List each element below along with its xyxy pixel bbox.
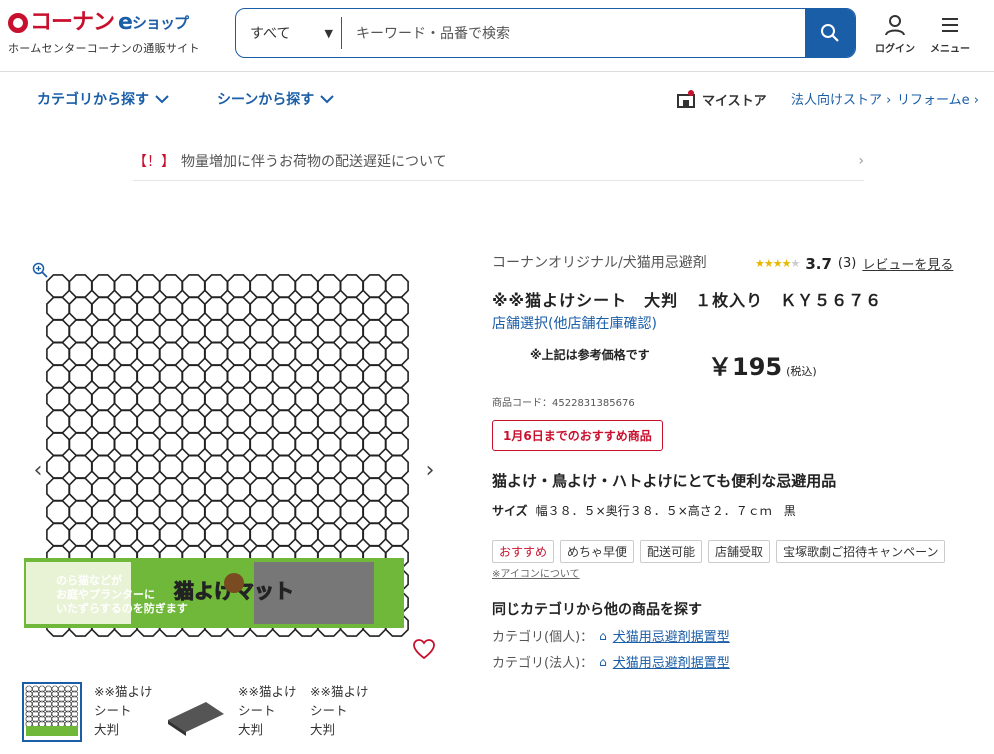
chevron-down-icon (320, 95, 335, 104)
category-corporate-label: カテゴリ(法人)： (492, 656, 594, 671)
same-category-heading: 同じカテゴリから他の商品を探す (492, 602, 702, 618)
favorite-heart-icon[interactable] (412, 638, 436, 664)
main-nav: カテゴリから探す シーンから探す マイストア 法人向けストア › リフォームe … (0, 73, 994, 125)
menu-label: メニュー (930, 44, 970, 55)
package-label: のら猫などが お庭やプランターに いたずらするのを防ぎます 猫よけマット (24, 558, 404, 628)
notice-text: 物量増加に伴うお荷物の配送遅延について (181, 153, 447, 170)
search-category-select[interactable]: すべて ▼ (236, 17, 342, 49)
chevron-right-icon: › (858, 152, 864, 169)
menu-button[interactable]: メニュー (925, 14, 975, 55)
product-tags: おすすめ めちゃ早便 配送可能 店舗受取 宝塚歌劇ご招待キャンペーン (492, 540, 946, 563)
nav-scene[interactable]: シーンから探す (217, 89, 335, 109)
tag-express: めちゃ早便 (560, 540, 635, 563)
logo-o-mark (8, 13, 28, 33)
nav-mystore-label: マイストア (702, 93, 767, 109)
category-personal-row: カテゴリ(個人)： ⌂ 犬猫用忌避剤据置型 (492, 626, 730, 646)
product-main-image[interactable]: のら猫などが お庭やプランターに いたずらするのを防ぎます 猫よけマット (24, 268, 424, 646)
size-label: サイズ (492, 504, 528, 518)
rating-value: 3.7 (805, 254, 832, 273)
product-price: ￥195 (税込) (708, 347, 817, 382)
site-logo[interactable]: コーナン e ショップ ホームセンターコーナンの通販サイト (8, 10, 223, 56)
chevron-left-icon: ‹ (33, 457, 43, 483)
search-icon (821, 24, 839, 42)
package-text-3: いたずらするのを防ぎます (56, 601, 188, 615)
thumbnail-2[interactable]: ※※猫よけシート 大判 (94, 682, 154, 742)
chevron-right-icon: › (425, 457, 435, 483)
thumbnail-alt-text: ※※猫よけシート 大判 (94, 684, 153, 737)
nav-category[interactable]: カテゴリから探す (37, 89, 169, 109)
search-input[interactable]: キーワード・品番で検索 (342, 9, 805, 57)
gallery-prev-button[interactable]: ‹ (18, 440, 58, 500)
cartoon-cat-icon (224, 573, 244, 593)
nav-corporate-link[interactable]: 法人向けストア › (791, 89, 891, 108)
category-personal-label: カテゴリ(個人)： (492, 630, 594, 645)
package-text-1: のら猫などが (56, 573, 122, 587)
product-code: 商品コード：4522831385676 (492, 398, 635, 409)
category-corporate-row: カテゴリ(法人)： ⌂ 犬猫用忌避剤据置型 (492, 652, 730, 672)
thumbnail-1[interactable] (22, 682, 82, 742)
nav-reform-link[interactable]: リフォームe › (897, 89, 979, 108)
menu-icon (942, 18, 958, 32)
user-icon (885, 15, 905, 36)
category-corporate-link[interactable]: 犬猫用忌避剤据置型 (613, 652, 730, 671)
logo-subtitle: ホームセンターコーナンの通販サイト (8, 42, 200, 55)
search-category-value: すべて (250, 26, 291, 42)
price-note: ※上記は参考価格です (530, 348, 650, 362)
search-button[interactable] (805, 9, 855, 57)
product-title: ※※猫よけシート 大判 １枚入り ＫＹ５６７６ (492, 291, 883, 310)
price-value: ￥195 (708, 353, 783, 381)
nav-category-label: カテゴリから探す (37, 92, 149, 108)
thumbnail-alt-text: ※※猫よけシート 大判 (310, 684, 369, 737)
cat-mat-illustration: のら猫などが お庭やプランターに いたずらするのを防ぎます 猫よけマット (24, 274, 409, 637)
gallery-next-button[interactable]: › (410, 440, 450, 500)
store-select-link[interactable]: 店舗選択(他店舗在庫確認) (492, 313, 657, 333)
review-link[interactable]: レビューを見る (862, 254, 953, 273)
login-label: ログイン (875, 44, 915, 55)
tag-icon: ⌂ (599, 654, 607, 669)
store-icon (677, 90, 695, 108)
notice-banner[interactable]: 【！】 物量増加に伴うお荷物の配送遅延について › (133, 141, 864, 181)
category-personal-link[interactable]: 犬猫用忌避剤据置型 (613, 626, 730, 645)
thumbnail-4[interactable]: ※※猫よけシート 大判 (238, 682, 298, 742)
rating-stars-icon: ★★★★★ (755, 257, 800, 270)
dropdown-triangle-icon: ▼ (324, 26, 333, 40)
product-catchcopy: 猫よけ・鳥よけ・ハトよけにとても便利な忌避用品 (492, 472, 837, 490)
notice-mark: 【！】 (133, 153, 175, 170)
product-size: サイズ 幅３８．５×奥行３８．５×高さ２．７ｃｍ 黒 (492, 502, 796, 519)
nav-mystore[interactable]: マイストア (676, 89, 767, 109)
thumbnail-list: ※※猫よけシート 大判 ※※猫よけシート 大判 ※※猫よけシート 大判 (22, 682, 370, 742)
package-text-2: お庭やプランターに (56, 587, 155, 601)
thumbnail-5[interactable]: ※※猫よけシート 大判 (310, 682, 370, 742)
tax-label: (税込) (786, 365, 817, 378)
site-header: コーナン e ショップ ホームセンターコーナンの通販サイト すべて ▼ キーワー… (0, 0, 994, 72)
search-bar: すべて ▼ キーワード・品番で検索 (235, 8, 856, 58)
icon-help-link[interactable]: ※アイコンについて (492, 565, 580, 580)
tag-recommend: おすすめ (492, 540, 555, 563)
logo-text: コーナン (30, 10, 115, 35)
promo-badge: 1月6日までのおすすめ商品 (492, 420, 663, 451)
logo-shop: ショップ (131, 14, 189, 32)
tag-campaign: 宝塚歌劇ご招待キャンペーン (776, 540, 946, 563)
size-value: 幅３８．５×奥行３８．５×高さ２．７ｃｍ 黒 (535, 504, 796, 518)
tag-delivery: 配送可能 (640, 540, 703, 563)
review-count: (3) (837, 256, 857, 271)
tag-icon: ⌂ (599, 628, 607, 643)
thumbnail-alt-text: ※※猫よけシート 大判 (238, 684, 297, 737)
chevron-down-icon (155, 95, 169, 104)
tag-store-pickup: 店舗受取 (708, 540, 771, 563)
nav-scene-label: シーンから探す (217, 92, 315, 108)
logo-e: e (118, 10, 133, 35)
search-placeholder: キーワード・品番で検索 (356, 26, 510, 42)
rating-summary: ★★★★★ 3.7 (3) レビューを見る (755, 254, 953, 274)
login-button[interactable]: ログイン (870, 14, 920, 55)
thumbnail-3[interactable] (166, 682, 226, 742)
